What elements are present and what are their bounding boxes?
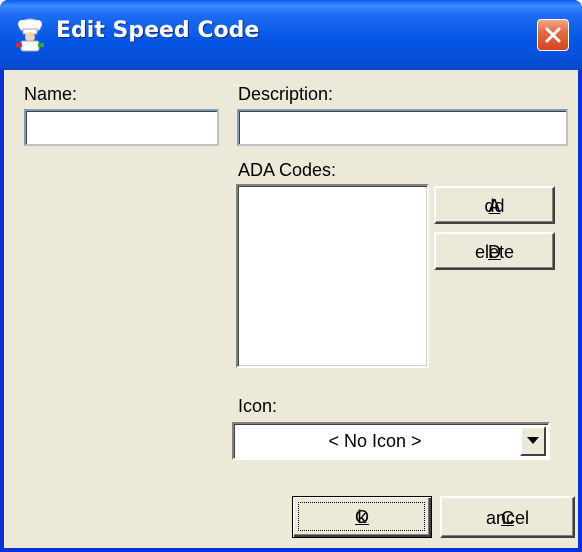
ada-codes-label: ADA Codes: bbox=[238, 160, 337, 180]
icon-label: Icon: bbox=[238, 396, 278, 416]
dialog-body: Name: Description: ADA Codes: Add Delete… bbox=[4, 70, 578, 548]
delete-button[interactable]: Delete bbox=[434, 232, 555, 270]
name-label: Name: bbox=[24, 84, 78, 104]
description-label: Description: bbox=[238, 84, 334, 104]
dropdown-arrow-button[interactable] bbox=[520, 426, 546, 456]
ada-codes-list[interactable] bbox=[236, 184, 429, 368]
title-bar[interactable]: Edit Speed Code bbox=[0, 0, 582, 70]
close-button[interactable] bbox=[537, 19, 569, 51]
icon-selected-value: < No Icon > bbox=[328, 431, 422, 451]
window-title: Edit Speed Code bbox=[56, 18, 260, 43]
ok-button[interactable]: Ok bbox=[292, 496, 432, 538]
cancel-button[interactable]: Cancel bbox=[440, 496, 575, 538]
close-icon bbox=[545, 27, 561, 43]
name-field[interactable] bbox=[24, 109, 219, 146]
add-button[interactable]: Add bbox=[434, 186, 555, 224]
chevron-down-icon bbox=[527, 437, 539, 444]
name-input[interactable] bbox=[26, 111, 217, 144]
description-input[interactable] bbox=[239, 111, 566, 144]
edit-speed-code-dialog: Edit Speed Code Name: Description: ADA C… bbox=[0, 0, 582, 552]
chef-icon bbox=[16, 18, 44, 52]
description-field[interactable] bbox=[237, 109, 568, 146]
icon-dropdown[interactable]: < No Icon > bbox=[232, 422, 550, 460]
